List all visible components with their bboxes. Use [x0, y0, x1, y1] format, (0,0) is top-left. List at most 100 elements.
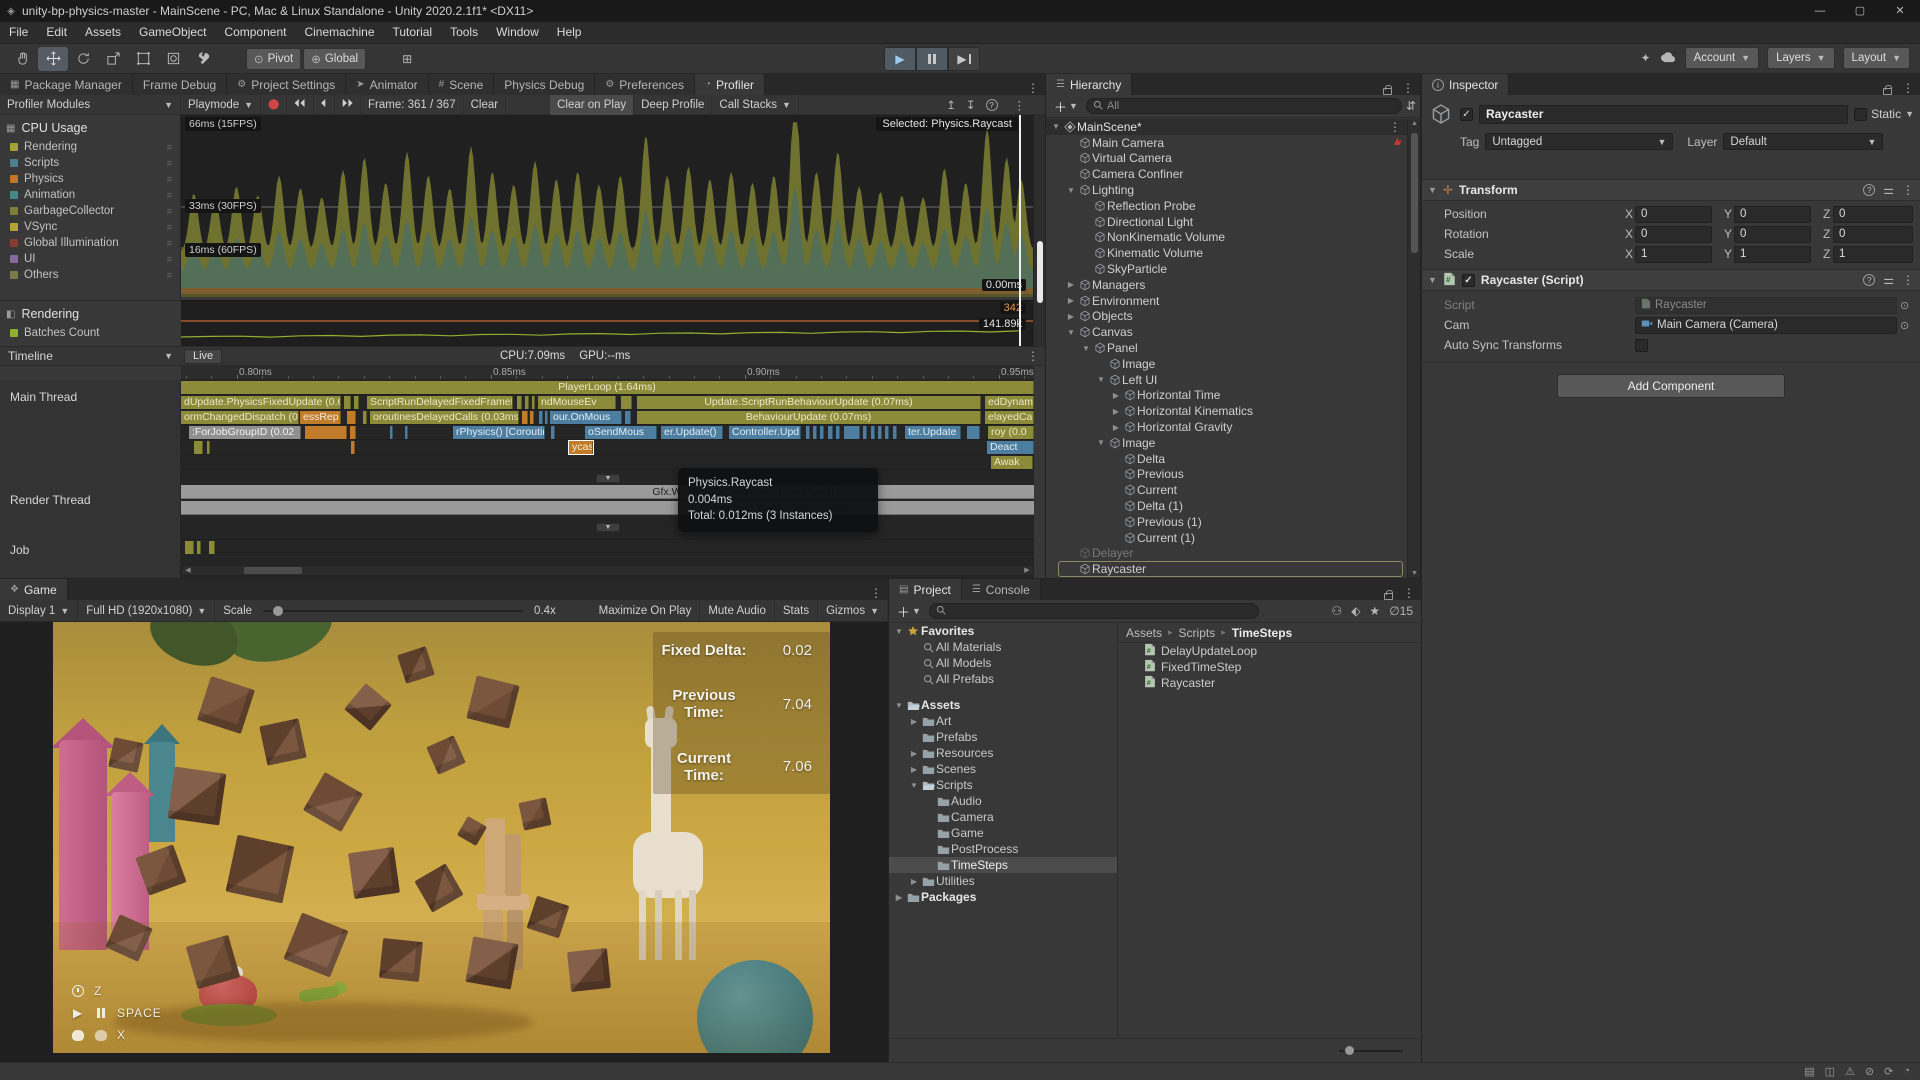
- legend-global-illumination[interactable]: Global Illumination≡: [0, 235, 180, 251]
- timeline-sample-sliver[interactable]: [885, 426, 889, 439]
- project-item-prefabs[interactable]: Prefabs: [889, 729, 1117, 745]
- tab-console[interactable]: ☰Console: [962, 579, 1041, 600]
- scale-slider[interactable]: [263, 610, 523, 612]
- scale-tool-button[interactable]: [98, 47, 128, 71]
- timeline-sample-sliver[interactable]: [525, 396, 529, 409]
- hierarchy-item-horizontal-kinematics[interactable]: ▶Horizontal Kinematics: [1046, 403, 1407, 419]
- drag-handle-icon[interactable]: ≡: [167, 174, 172, 184]
- add-component-button[interactable]: Add Component: [1557, 374, 1785, 398]
- search-by-label-icon[interactable]: ⬖: [1351, 604, 1360, 618]
- thread-main[interactable]: Main Thread: [10, 390, 77, 404]
- layer-dropdown[interactable]: Default▼: [1723, 133, 1883, 150]
- panel-menu-icon[interactable]: ⋮: [864, 586, 888, 600]
- drag-handle-icon[interactable]: ≡: [167, 206, 172, 216]
- project-item-favorites[interactable]: ▼Favorites: [889, 623, 1117, 639]
- timeline-sample-sliver[interactable]: [530, 411, 534, 424]
- hierarchy-item-delta[interactable]: Delta: [1046, 451, 1407, 467]
- timeline-sample-sliver[interactable]: [522, 411, 528, 424]
- job-sample[interactable]: [209, 541, 215, 554]
- hidden-count-badge[interactable]: ∅15: [1389, 604, 1413, 618]
- hierarchy-item-reflection-probe[interactable]: Reflection Probe: [1046, 198, 1407, 214]
- step-button[interactable]: ▶: [948, 47, 980, 71]
- collapse-main-thread-button[interactable]: ▼: [596, 474, 620, 483]
- timeline-sample-sliver[interactable]: [545, 411, 548, 424]
- project-item-postprocess[interactable]: PostProcess: [889, 841, 1117, 857]
- foldout-arrow-icon[interactable]: ▶: [1110, 423, 1122, 432]
- transform-component-header[interactable]: ▼ ✛ Transform ? ⚌ ⋮: [1422, 179, 1920, 201]
- legend-garbagecollector[interactable]: GarbageCollector≡: [0, 203, 180, 219]
- project-item-assets[interactable]: ▼Assets: [889, 697, 1117, 713]
- timeline-sample[interactable]: Update.ScriptRunBehaviourUpdate (0.07ms): [637, 396, 981, 409]
- timeline-sample[interactable]: PlayerLoop (1.64ms): [181, 381, 1034, 394]
- panel-menu-icon[interactable]: ⋮: [1008, 98, 1032, 112]
- position-z-field[interactable]: 0: [1833, 206, 1913, 223]
- menu-item-file[interactable]: File: [0, 22, 37, 43]
- foldout-arrow-icon[interactable]: ▼: [908, 781, 920, 790]
- prev-frame-button[interactable]: ⏴: [314, 95, 335, 115]
- hierarchy-item-lighting[interactable]: ▼Lighting: [1046, 182, 1407, 198]
- timeline-sample-sliver[interactable]: [863, 426, 867, 439]
- script-object-field[interactable]: Raycaster: [1635, 297, 1897, 314]
- play-button[interactable]: ▶: [884, 47, 916, 71]
- timeline-sample-sliver[interactable]: [967, 426, 980, 439]
- tab-project-settings[interactable]: ⚙Project Settings: [227, 74, 346, 95]
- asset-fixedtimestep[interactable]: #FixedTimeStep: [1118, 659, 1421, 675]
- timeline-sample[interactable]: ormChangedDispatch (0.: [181, 411, 299, 424]
- timeline-track[interactable]: Gfx.WaitForGfxCommandsFromMainThr Semaph…: [181, 380, 1034, 578]
- static-dropdown-icon[interactable]: ▼: [1905, 109, 1914, 119]
- grid-snap-button[interactable]: ⊞: [392, 47, 422, 71]
- foldout-arrow-icon[interactable]: ▶: [1110, 391, 1122, 400]
- panel-menu-icon[interactable]: ⋮: [1021, 81, 1045, 95]
- create-object-button[interactable]: ＋▼: [1050, 97, 1082, 116]
- hierarchy-item-current-1-[interactable]: Current (1): [1046, 530, 1407, 546]
- timeline-sample-sliver[interactable]: [828, 426, 833, 439]
- panel-menu-icon[interactable]: ⋮: [1896, 81, 1920, 95]
- legend-animation[interactable]: Animation≡: [0, 187, 180, 203]
- account-dropdown[interactable]: Account▼: [1685, 47, 1759, 69]
- panel-menu-icon[interactable]: ⋮: [1396, 81, 1420, 95]
- custom-tool-button[interactable]: [188, 47, 218, 71]
- timeline-sample-sliver[interactable]: [820, 426, 824, 439]
- hierarchy-item-previous-1-[interactable]: Previous (1): [1046, 514, 1407, 530]
- warning-icon[interactable]: ⚠: [1845, 1065, 1855, 1078]
- project-item-scenes[interactable]: ▶Scenes: [889, 761, 1117, 777]
- project-item-all-prefabs[interactable]: All Prefabs: [889, 671, 1117, 687]
- position-x-field[interactable]: 0: [1635, 206, 1712, 223]
- refresh-icon[interactable]: ⟳: [1884, 1065, 1893, 1078]
- rect-tool-button[interactable]: [128, 47, 158, 71]
- thumbnail-zoom-slider[interactable]: [1339, 1050, 1403, 1052]
- foldout-arrow-icon[interactable]: ▼: [1065, 186, 1077, 195]
- hierarchy-item-camera-confiner[interactable]: Camera Confiner: [1046, 166, 1407, 182]
- timeline-sample[interactable]: BehaviourUpdate (0.07ms): [637, 411, 981, 424]
- timeline-sample[interactable]: Awak: [991, 456, 1033, 469]
- hierarchy-item-left-ui[interactable]: ▼Left UI: [1046, 372, 1407, 388]
- cpu-chart[interactable]: 66ms (15FPS) 33ms (30FPS) 16ms (60FPS) S…: [181, 115, 1034, 297]
- breadcrumb-assets[interactable]: Assets: [1126, 626, 1162, 640]
- project-item-audio[interactable]: Audio: [889, 793, 1117, 809]
- hierarchy-item-kinematic-volume[interactable]: Kinematic Volume: [1046, 245, 1407, 261]
- lock-icon[interactable]: [1384, 593, 1393, 600]
- rotation-y-field[interactable]: 0: [1734, 226, 1811, 243]
- maximize-on-play-toggle[interactable]: Maximize On Play: [591, 600, 701, 622]
- timeline-sample[interactable]: rPhysics() [Coroutine: [453, 426, 545, 439]
- rendering-module-title[interactable]: Rendering: [21, 307, 79, 321]
- legend-rendering[interactable]: Rendering≡: [0, 139, 180, 155]
- hierarchy-item-objects[interactable]: ▶Objects: [1046, 309, 1407, 325]
- timeline-sample-sliver[interactable]: [532, 396, 535, 409]
- timeline-sample[interactable]: elayedCa: [985, 411, 1034, 424]
- tab-physics-debug[interactable]: Physics Debug: [494, 74, 595, 95]
- timeline-hscrollbar[interactable]: ◀▶: [181, 565, 1034, 576]
- layers-dropdown[interactable]: Layers▼: [1767, 47, 1834, 69]
- static-checkbox[interactable]: [1854, 108, 1867, 121]
- drag-handle-icon[interactable]: ≡: [167, 158, 172, 168]
- menu-item-help[interactable]: Help: [548, 22, 591, 43]
- search-by-type-icon[interactable]: ⚇: [1331, 604, 1342, 618]
- panel-menu-icon[interactable]: ⋮: [1397, 586, 1421, 600]
- hierarchy-item-delayer[interactable]: Delayer: [1046, 546, 1407, 562]
- collapse-render-thread-button[interactable]: ▼: [596, 523, 620, 532]
- object-picker-icon[interactable]: ⊙: [1900, 299, 1909, 312]
- hand-tool-button[interactable]: [8, 47, 38, 71]
- menu-item-edit[interactable]: Edit: [37, 22, 76, 43]
- clear-on-play-toggle[interactable]: Clear on Play: [550, 95, 634, 115]
- cache-icon[interactable]: ⊘: [1865, 1065, 1874, 1078]
